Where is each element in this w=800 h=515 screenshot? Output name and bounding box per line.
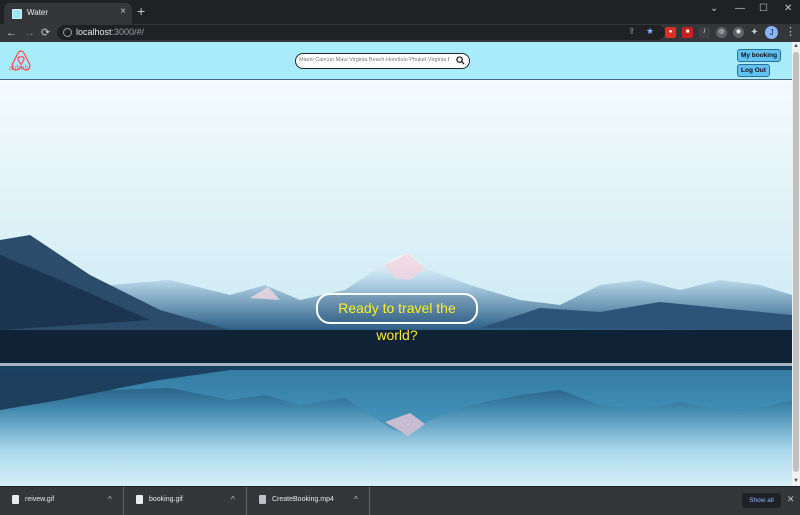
scroll-up-icon[interactable]: ▲	[793, 43, 799, 49]
chevron-up-icon[interactable]: ^	[354, 495, 358, 504]
extension-red-icon[interactable]: ●	[665, 27, 676, 38]
back-button[interactable]: ←	[6, 26, 17, 40]
minimize-button[interactable]: —	[735, 3, 745, 14]
logout-button[interactable]: Log Out	[737, 64, 770, 77]
bookmark-star-icon[interactable]: ★	[646, 26, 654, 37]
close-shelf-icon[interactable]: ✕	[787, 494, 795, 505]
file-icon	[136, 495, 143, 504]
download-item[interactable]: reivew.gif ^	[0, 487, 124, 515]
file-icon	[12, 495, 19, 504]
show-all-downloads-button[interactable]: Show all	[742, 493, 781, 508]
chevron-up-icon[interactable]: ^	[108, 495, 112, 504]
download-filename[interactable]: reivew.gif	[25, 496, 54, 503]
site-info-icon[interactable]	[63, 28, 72, 37]
search-icon[interactable]	[456, 56, 465, 65]
close-window-button[interactable]: ✕	[784, 3, 792, 14]
share-icon[interactable]: ⇪	[628, 26, 636, 37]
page-scrollbar[interactable]: ▲ ▼	[792, 42, 800, 486]
profile-avatar[interactable]: J	[765, 26, 778, 39]
video-file-icon	[259, 495, 266, 504]
hero-mountain-lake-image	[0, 80, 792, 486]
download-item[interactable]: CreateBooking.mp4 ^	[247, 487, 370, 515]
forward-button[interactable]: →	[24, 26, 35, 40]
destination-search[interactable]: Miami Cancun Maui Virginia Beach Honolul…	[295, 53, 470, 69]
extension-globe-icon[interactable]: ◉	[733, 27, 744, 38]
address-bar[interactable]: localhost:3000/#/ ⇪ ★	[57, 25, 665, 40]
new-tab-button[interactable]: +	[137, 4, 145, 18]
extension-slash-icon[interactable]: /	[699, 27, 710, 38]
tab-close-icon[interactable]: ×	[120, 6, 126, 17]
download-item[interactable]: booking.gif ^	[124, 487, 247, 515]
tab-search-icon[interactable]: ⌄	[710, 3, 718, 14]
site-navbar: airbnb Miami Cancun Maui Virginia Beach …	[0, 42, 792, 80]
search-input[interactable]: Miami Cancun Maui Virginia Beach Honolul…	[299, 57, 449, 63]
maximize-button[interactable]: ☐	[759, 3, 768, 14]
scroll-thumb[interactable]	[793, 52, 799, 472]
browser-toolbar: ← → ⟳ localhost:3000/#/ ⇪ ★ ● ■ / ◎ ◉ ✦ …	[0, 24, 800, 42]
download-filename[interactable]: booking.gif	[149, 496, 183, 503]
url-text[interactable]: localhost:3000/#/	[76, 27, 144, 37]
extension-pdf-icon[interactable]: ■	[682, 27, 693, 38]
page-viewport: airbnb Miami Cancun Maui Virginia Beach …	[0, 42, 792, 486]
tab-strip: Water × + ⌄ — ☐ ✕	[0, 0, 800, 24]
extension-circle-icon[interactable]: ◎	[716, 27, 727, 38]
chevron-up-icon[interactable]: ^	[231, 495, 235, 504]
extensions-puzzle-icon[interactable]: ✦	[749, 27, 760, 38]
my-booking-button[interactable]: My booking	[737, 49, 781, 62]
download-filename[interactable]: CreateBooking.mp4	[272, 496, 334, 503]
tab-title: Water	[27, 8, 49, 17]
tab-water[interactable]: Water ×	[4, 3, 132, 24]
scroll-down-icon[interactable]: ▼	[793, 478, 799, 484]
download-shelf: reivew.gif ^ booking.gif ^ CreateBooking…	[0, 486, 800, 515]
hero-headline: Ready to travel the world?	[316, 293, 478, 343]
logo-text[interactable]: airbnb	[9, 65, 28, 72]
reload-button[interactable]: ⟳	[41, 26, 50, 40]
favicon-icon	[12, 9, 22, 19]
browser-menu-icon[interactable]: ⋮	[785, 25, 796, 38]
